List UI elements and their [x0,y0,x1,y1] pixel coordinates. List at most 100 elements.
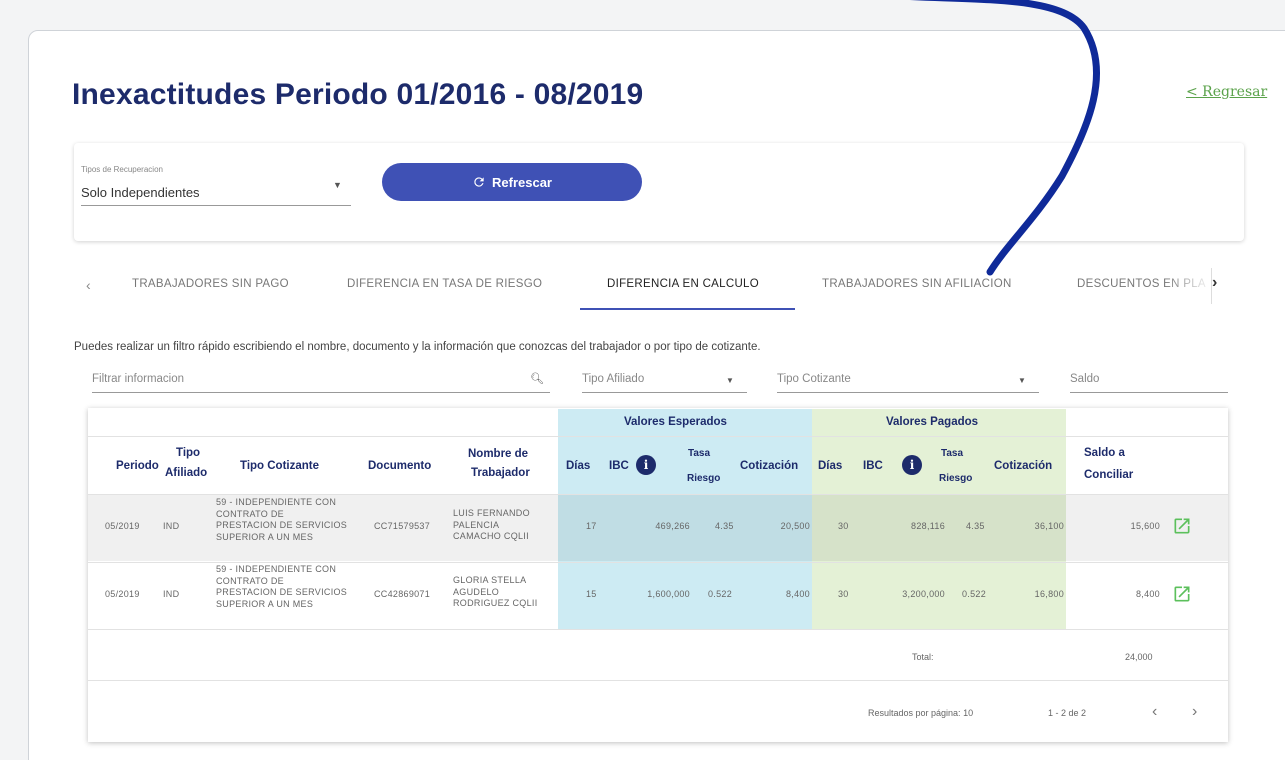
cell-pag-cotizacion: 36,100 [1034,521,1064,531]
col-documento[interactable]: Documento [368,460,431,474]
col-saldo-2[interactable]: Conciliar [1084,469,1133,483]
cell-line: SUPERIOR A UN MES [216,531,314,542]
cell-line: CONTRATO DE [216,508,284,519]
cell-esp-tasa: 4.35 [715,521,734,531]
recovery-type-label: Tipos de Recuperacion [81,165,163,174]
row-divider [88,562,1228,563]
cell-line: CONTRATO DE [216,575,284,586]
cell-tipo-cotizante: 59 - INDEPENDIENTE CON CONTRATO DE PREST… [216,564,347,610]
total-value: 24,000 [1125,652,1153,662]
cell-nombre: LUIS FERNANDO PALENCIA CAMACHO CQLII [453,508,530,543]
tipo-cotizante-select[interactable]: Tipo Cotizante [777,373,851,385]
col-esp-tasa-1[interactable]: Tasa [688,448,710,460]
cell-line: GLORIA STELLA [453,575,527,585]
cell-saldo: 15,600 [1130,521,1160,531]
cell-pag-ibc: 3,200,000 [902,589,945,599]
cell-periodo: 05/2019 [105,589,140,599]
chevron-down-icon[interactable]: ▼ [333,180,342,190]
saldo-input[interactable]: Saldo [1070,373,1099,385]
tab-scroll-right-icon[interactable]: › [1212,274,1217,292]
cell-line: LUIS FERNANDO [453,508,530,518]
col-tipo-cotizante[interactable]: Tipo Cotizante [240,460,319,474]
col-pag-cotizacion[interactable]: Cotización [994,460,1052,474]
paid-values-header: Valores Pagados [886,416,979,428]
cell-line: AGUDELO [453,586,500,597]
cell-line: CAMACHO CQLII [453,531,529,541]
recovery-type-underline [81,205,351,206]
cell-tipo-afiliado: IND [163,521,180,531]
filter-panel [74,143,1244,241]
chevron-down-icon[interactable]: ▼ [1018,376,1026,385]
cell-line: PRESTACION DE SERVICIOS [216,587,348,597]
cell-esp-tasa: 0.522 [708,589,733,599]
header-divider [88,436,1228,437]
info-icon[interactable]: i [636,455,656,475]
col-esp-ibc[interactable]: IBC [609,460,629,474]
tab-trabajadores-sin-pago[interactable]: TRABAJADORES SIN PAGO [132,278,289,290]
col-pag-ibc[interactable]: IBC [863,460,883,474]
refresh-label: Refrescar [492,174,552,190]
col-pag-tasa-1[interactable]: Tasa [941,448,963,460]
results-per-page[interactable]: Resultados por página: 10 [868,708,973,718]
footer-divider [88,680,1228,681]
back-link[interactable]: < Regresar [1186,84,1267,100]
expected-values-header: Valores Esperados [624,416,727,428]
filter-help-text: Puedes realizar un filtro rápido escribi… [74,341,761,353]
cell-documento: CC42869071 [374,589,431,599]
tipo-afiliado-select[interactable]: Tipo Afiliado [582,373,644,385]
total-label: Total: [912,652,934,662]
chevron-down-icon[interactable]: ▼ [726,376,734,385]
cell-tipo-afiliado: IND [163,589,180,599]
cell-periodo: 05/2019 [105,521,140,531]
search-icon[interactable]: 🔍︎ [530,372,544,385]
tipo-afiliado-underline [582,392,747,393]
cell-esp-dias: 17 [586,521,597,531]
cell-pag-tasa: 0.522 [962,589,987,599]
tab-active-indicator [580,308,795,310]
recovery-type-select[interactable]: Solo Independientes [81,185,200,200]
cell-line: SUPERIOR A UN MES [216,598,314,609]
col-tipo-afiliado-2[interactable]: Afiliado [165,467,207,481]
saldo-underline [1070,392,1228,393]
open-detail-icon[interactable] [1172,516,1192,536]
cell-documento: CC71579537 [374,521,431,531]
tab-trabajadores-sin-afiliacion[interactable]: TRABAJADORES SIN AFILIACION [822,278,1012,290]
row-divider [88,629,1228,630]
filter-input-underline [92,392,550,393]
col-pag-dias[interactable]: Días [818,460,842,474]
info-icon[interactable]: i [902,455,922,475]
col-nombre-2[interactable]: Trabajador [471,467,530,481]
col-pag-tasa-2[interactable]: Riesgo [939,473,972,485]
cell-esp-cotizacion: 20,500 [780,521,810,531]
tab-fade [1165,268,1213,304]
cell-line: PALENCIA [453,519,500,530]
cell-pag-dias: 30 [838,589,849,599]
col-saldo-1[interactable]: Saldo a [1084,447,1125,461]
cell-esp-ibc: 1,600,000 [647,589,690,599]
refresh-icon [474,177,484,187]
cell-pag-dias: 30 [838,521,849,531]
col-esp-cotizacion[interactable]: Cotización [740,460,798,474]
open-detail-icon[interactable] [1172,584,1192,604]
tab-diferencia-tasa-riesgo[interactable]: DIFERENCIA EN TASA DE RIESGO [347,278,542,290]
next-page-icon[interactable]: › [1192,703,1197,721]
col-esp-tasa-2[interactable]: Riesgo [687,473,720,485]
col-esp-dias[interactable]: Días [566,460,590,474]
cell-pag-ibc: 828,116 [911,521,945,531]
page-range: 1 - 2 de 2 [1048,708,1087,718]
cell-line: RODRIGUEZ CQLII [453,598,538,608]
page-title: Inexactitudes Periodo 01/2016 - 08/2019 [72,78,644,111]
cell-line: 59 - INDEPENDIENTE CON [216,497,337,507]
cell-esp-cotizacion: 8,400 [785,589,810,599]
cell-pag-cotizacion: 16,800 [1034,589,1064,599]
tab-scroll-left-icon[interactable]: ‹ [86,277,91,293]
filter-input[interactable]: Filtrar informacion [92,373,184,385]
col-nombre-1[interactable]: Nombre de [468,448,528,462]
previous-page-icon[interactable]: ‹ [1152,703,1157,721]
col-periodo[interactable]: Periodo [116,460,159,474]
cell-line: PRESTACION DE SERVICIOS [216,520,348,530]
row-divider [88,494,1228,495]
tab-diferencia-calculo[interactable]: DIFERENCIA EN CALCULO [607,278,759,290]
refresh-button[interactable]: Refrescar [382,163,642,201]
col-tipo-afiliado-1[interactable]: Tipo [176,447,200,461]
